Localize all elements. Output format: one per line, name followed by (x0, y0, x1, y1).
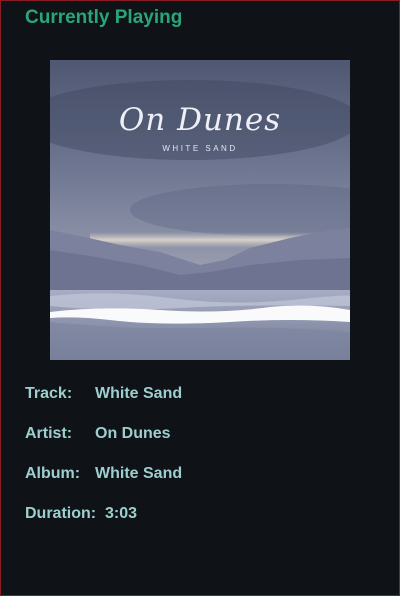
track-value: White Sand (95, 385, 183, 402)
cover-artist-text: On Dunes (118, 102, 282, 138)
duration-value: 3:03 (105, 505, 138, 522)
cover-album-text: WHITE SAND (162, 144, 238, 153)
artist-label: Artist: (25, 425, 73, 442)
artist-row: Artist: On Dunes (25, 425, 385, 465)
track-row: Track: White Sand (25, 385, 385, 425)
duration-label: Duration: (25, 505, 97, 522)
track-label: Track: (25, 385, 73, 402)
album-value: White Sand (95, 465, 183, 482)
duration-row: Duration: 3:03 (25, 505, 385, 545)
album-label: Album: (25, 465, 81, 482)
now-playing-panel: Currently Playing On Dunes WHITE SAND Tr… (0, 0, 400, 596)
album-cover: On Dunes WHITE SAND (50, 60, 350, 360)
album-row: Album: White Sand (25, 465, 385, 505)
page-title: Currently Playing (25, 7, 183, 28)
track-info: Track: White Sand Artist: On Dunes Album: W… (25, 385, 385, 545)
artist-value: On Dunes (95, 425, 171, 442)
